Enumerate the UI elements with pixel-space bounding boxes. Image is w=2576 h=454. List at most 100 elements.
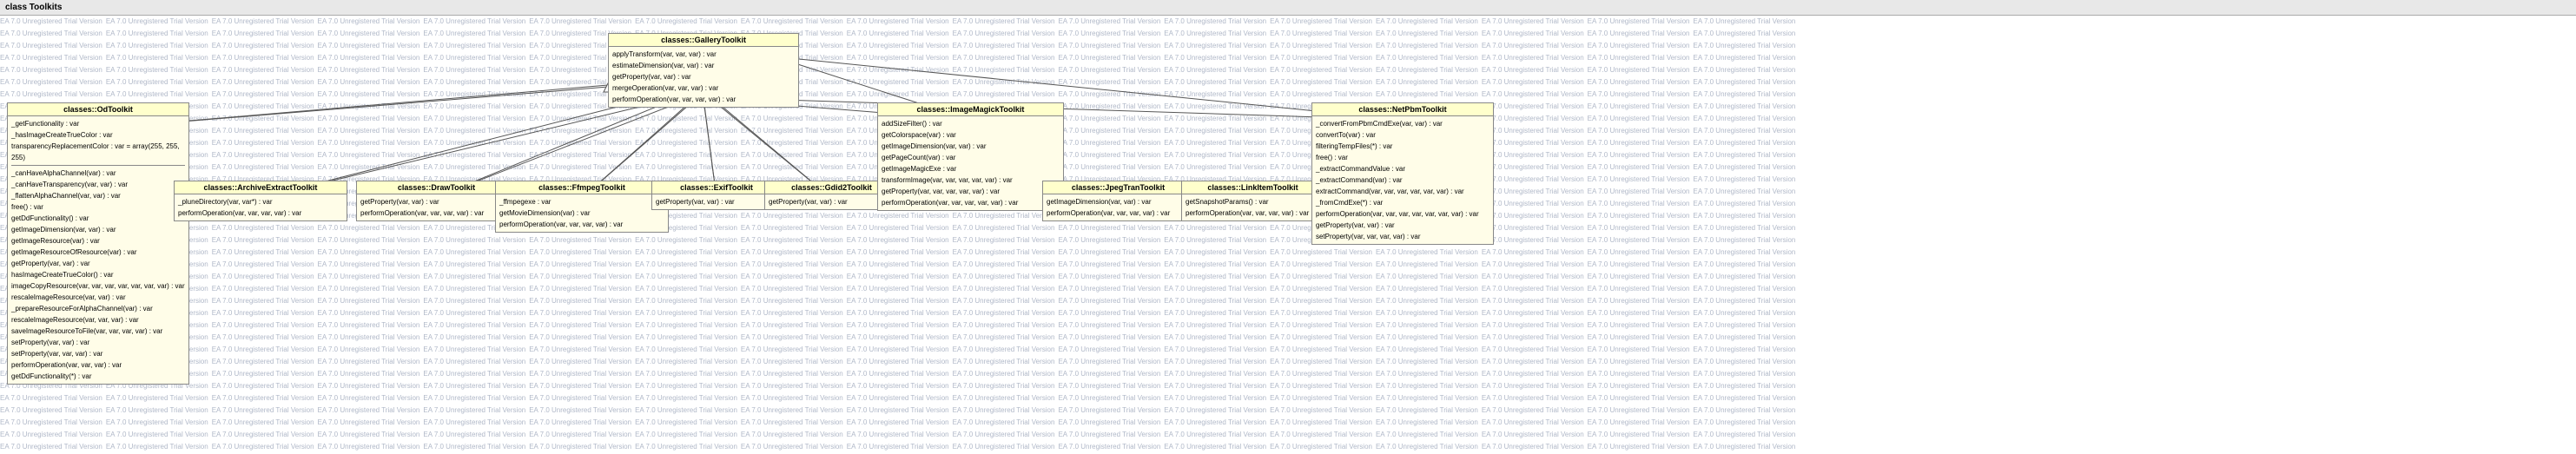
watermark-text: EA 7.0 Unregistered Trial Version xyxy=(1694,64,1796,76)
watermark-text: EA 7.0 Unregistered Trial Version xyxy=(529,344,631,356)
watermark-text: EA 7.0 Unregistered Trial Version xyxy=(1588,271,1690,283)
class-body-exiftoolkit: getProperty(var, var) : var xyxy=(652,194,781,209)
watermark-text: EA 7.0 Unregistered Trial Version xyxy=(741,125,843,137)
watermark-text: EA 7.0 Unregistered Trial Version xyxy=(1694,417,1796,429)
watermark-text: EA 7.0 Unregistered Trial Version xyxy=(0,429,102,441)
watermark-text: EA 7.0 Unregistered Trial Version xyxy=(635,283,737,295)
watermark-text: EA 7.0 Unregistered Trial Version xyxy=(741,222,843,234)
watermark-text: EA 7.0 Unregistered Trial Version xyxy=(423,417,525,429)
watermark-text: EA 7.0 Unregistered Trial Version xyxy=(1164,40,1266,52)
watermark-text: EA 7.0 Unregistered Trial Version xyxy=(635,259,737,271)
class-box-gallerytoolkit: classes::GalleryToolkitapplyTransform(va… xyxy=(608,33,799,108)
watermark-text: EA 7.0 Unregistered Trial Version xyxy=(212,89,314,101)
watermark-text: EA 7.0 Unregistered Trial Version xyxy=(212,125,314,137)
watermark-text: EA 7.0 Unregistered Trial Version xyxy=(847,429,949,441)
watermark-text: EA 7.0 Unregistered Trial Version xyxy=(529,161,631,174)
watermark-text: EA 7.0 Unregistered Trial Version xyxy=(1058,405,1160,417)
watermark-text: EA 7.0 Unregistered Trial Version xyxy=(1588,295,1690,307)
watermark-text: EA 7.0 Unregistered Trial Version xyxy=(0,441,102,453)
watermark-text: EA 7.0 Unregistered Trial Version xyxy=(1482,198,1584,210)
watermark-row: EA 7.0 Unregistered Trial Version EA 7.0… xyxy=(0,16,2576,28)
watermark-text: EA 7.0 Unregistered Trial Version xyxy=(953,417,1055,429)
watermark-text: EA 7.0 Unregistered Trial Version xyxy=(529,283,631,295)
watermark-row: EA 7.0 Unregistered Trial Version EA 7.0… xyxy=(0,247,2576,259)
watermark-text: EA 7.0 Unregistered Trial Version xyxy=(1270,405,1372,417)
watermark-text: EA 7.0 Unregistered Trial Version xyxy=(1164,222,1266,234)
class-method: _pluneDirectory(var, var*) : var xyxy=(178,196,343,207)
watermark-text: EA 7.0 Unregistered Trial Version xyxy=(1482,344,1584,356)
watermark-text: EA 7.0 Unregistered Trial Version xyxy=(847,40,949,52)
watermark-text: EA 7.0 Unregistered Trial Version xyxy=(1482,89,1584,101)
watermark-text: EA 7.0 Unregistered Trial Version xyxy=(1376,405,1478,417)
watermark-text: EA 7.0 Unregistered Trial Version xyxy=(741,392,843,405)
class-method: _extractCommandValue : var xyxy=(1316,163,1489,174)
class-method: saveImageResourceToFile(var, var, var, v… xyxy=(11,326,185,337)
watermark-text: EA 7.0 Unregistered Trial Version xyxy=(106,64,208,76)
watermark-text: EA 7.0 Unregistered Trial Version xyxy=(1058,101,1160,113)
watermark-text: EA 7.0 Unregistered Trial Version xyxy=(953,380,1055,392)
watermark-row: EA 7.0 Unregistered Trial Version EA 7.0… xyxy=(0,429,2576,441)
watermark-text: EA 7.0 Unregistered Trial Version xyxy=(635,392,737,405)
watermark-text: EA 7.0 Unregistered Trial Version xyxy=(423,259,525,271)
class-header-gallerytoolkit: classes::GalleryToolkit xyxy=(609,34,798,47)
watermark-text: EA 7.0 Unregistered Trial Version xyxy=(106,52,208,64)
watermark-text: EA 7.0 Unregistered Trial Version xyxy=(1482,40,1584,52)
watermark-text: EA 7.0 Unregistered Trial Version xyxy=(1164,356,1266,368)
class-box-ffmpegtoolkit: classes::FfmpegToolkit_ffmpegexe : varge… xyxy=(495,181,669,233)
class-method: _prepareResourceForAlphaChannel(var) : v… xyxy=(11,303,185,314)
watermark-text: EA 7.0 Unregistered Trial Version xyxy=(1164,161,1266,174)
watermark-text: EA 7.0 Unregistered Trial Version xyxy=(847,64,949,76)
watermark-text: EA 7.0 Unregistered Trial Version xyxy=(1482,332,1584,344)
watermark-text: EA 7.0 Unregistered Trial Version xyxy=(423,149,525,161)
watermark-text: EA 7.0 Unregistered Trial Version xyxy=(1270,64,1372,76)
watermark-text: EA 7.0 Unregistered Trial Version xyxy=(1694,319,1796,332)
watermark-text: EA 7.0 Unregistered Trial Version xyxy=(1588,356,1690,368)
watermark-text: EA 7.0 Unregistered Trial Version xyxy=(529,356,631,368)
watermark-text: EA 7.0 Unregistered Trial Version xyxy=(953,222,1055,234)
watermark-text: EA 7.0 Unregistered Trial Version xyxy=(847,52,949,64)
watermark-row: EA 7.0 Unregistered Trial Version EA 7.0… xyxy=(0,319,2576,332)
watermark-text: EA 7.0 Unregistered Trial Version xyxy=(318,28,420,40)
watermark-text: EA 7.0 Unregistered Trial Version xyxy=(423,52,525,64)
watermark-text: EA 7.0 Unregistered Trial Version xyxy=(1164,429,1266,441)
watermark-text: EA 7.0 Unregistered Trial Version xyxy=(741,234,843,247)
watermark-text: EA 7.0 Unregistered Trial Version xyxy=(1058,113,1160,125)
watermark-row: EA 7.0 Unregistered Trial Version EA 7.0… xyxy=(0,368,2576,380)
class-box-drawtoolkit: classes::DrawToolkitgetProperty(var, var… xyxy=(356,181,517,221)
class-method: mergeOperation(var, var, var) : var xyxy=(612,82,795,94)
watermark-text: EA 7.0 Unregistered Trial Version xyxy=(529,368,631,380)
watermark-text: EA 7.0 Unregistered Trial Version xyxy=(1482,16,1584,28)
watermark-row: EA 7.0 Unregistered Trial Version EA 7.0… xyxy=(0,332,2576,344)
watermark-text: EA 7.0 Unregistered Trial Version xyxy=(318,392,420,405)
watermark-text: EA 7.0 Unregistered Trial Version xyxy=(0,16,102,28)
watermark-text: EA 7.0 Unregistered Trial Version xyxy=(1482,137,1584,149)
watermark-text: EA 7.0 Unregistered Trial Version xyxy=(1482,392,1584,405)
watermark-text: EA 7.0 Unregistered Trial Version xyxy=(1058,295,1160,307)
class-method: rescaleImageResource(var, var) : var xyxy=(11,292,185,303)
watermark-text: EA 7.0 Unregistered Trial Version xyxy=(318,161,420,174)
watermark-text: EA 7.0 Unregistered Trial Version xyxy=(529,259,631,271)
class-body-linkitemtoolkit: getSnapshotParams() : varperformOperatio… xyxy=(1182,194,1324,220)
watermark-text: EA 7.0 Unregistered Trial Version xyxy=(1164,392,1266,405)
watermark-text: EA 7.0 Unregistered Trial Version xyxy=(1376,16,1478,28)
watermark-text: EA 7.0 Unregistered Trial Version xyxy=(635,429,737,441)
watermark-text: EA 7.0 Unregistered Trial Version xyxy=(212,441,314,453)
watermark-text: EA 7.0 Unregistered Trial Version xyxy=(1270,441,1372,453)
class-method: rescaleImageResource(var, var, var) : va… xyxy=(11,314,185,326)
watermark-text: EA 7.0 Unregistered Trial Version xyxy=(1694,113,1796,125)
watermark-text: EA 7.0 Unregistered Trial Version xyxy=(1588,101,1690,113)
watermark-text: EA 7.0 Unregistered Trial Version xyxy=(953,405,1055,417)
watermark-text: EA 7.0 Unregistered Trial Version xyxy=(953,332,1055,344)
watermark-text: EA 7.0 Unregistered Trial Version xyxy=(423,356,525,368)
watermark-text: EA 7.0 Unregistered Trial Version xyxy=(423,295,525,307)
class-method: getProperty(var, var) : var xyxy=(11,258,185,269)
watermark-text: EA 7.0 Unregistered Trial Version xyxy=(212,137,314,149)
watermark-text: EA 7.0 Unregistered Trial Version xyxy=(318,76,420,89)
watermark-text: EA 7.0 Unregistered Trial Version xyxy=(318,149,420,161)
watermark-text: EA 7.0 Unregistered Trial Version xyxy=(1482,417,1584,429)
watermark-text: EA 7.0 Unregistered Trial Version xyxy=(635,271,737,283)
watermark-text: EA 7.0 Unregistered Trial Version xyxy=(529,332,631,344)
class-method: transformImage(var, var, var, var, var) … xyxy=(882,174,1060,186)
watermark-row: EA 7.0 Unregistered Trial Version EA 7.0… xyxy=(0,64,2576,76)
watermark-text: EA 7.0 Unregistered Trial Version xyxy=(953,259,1055,271)
